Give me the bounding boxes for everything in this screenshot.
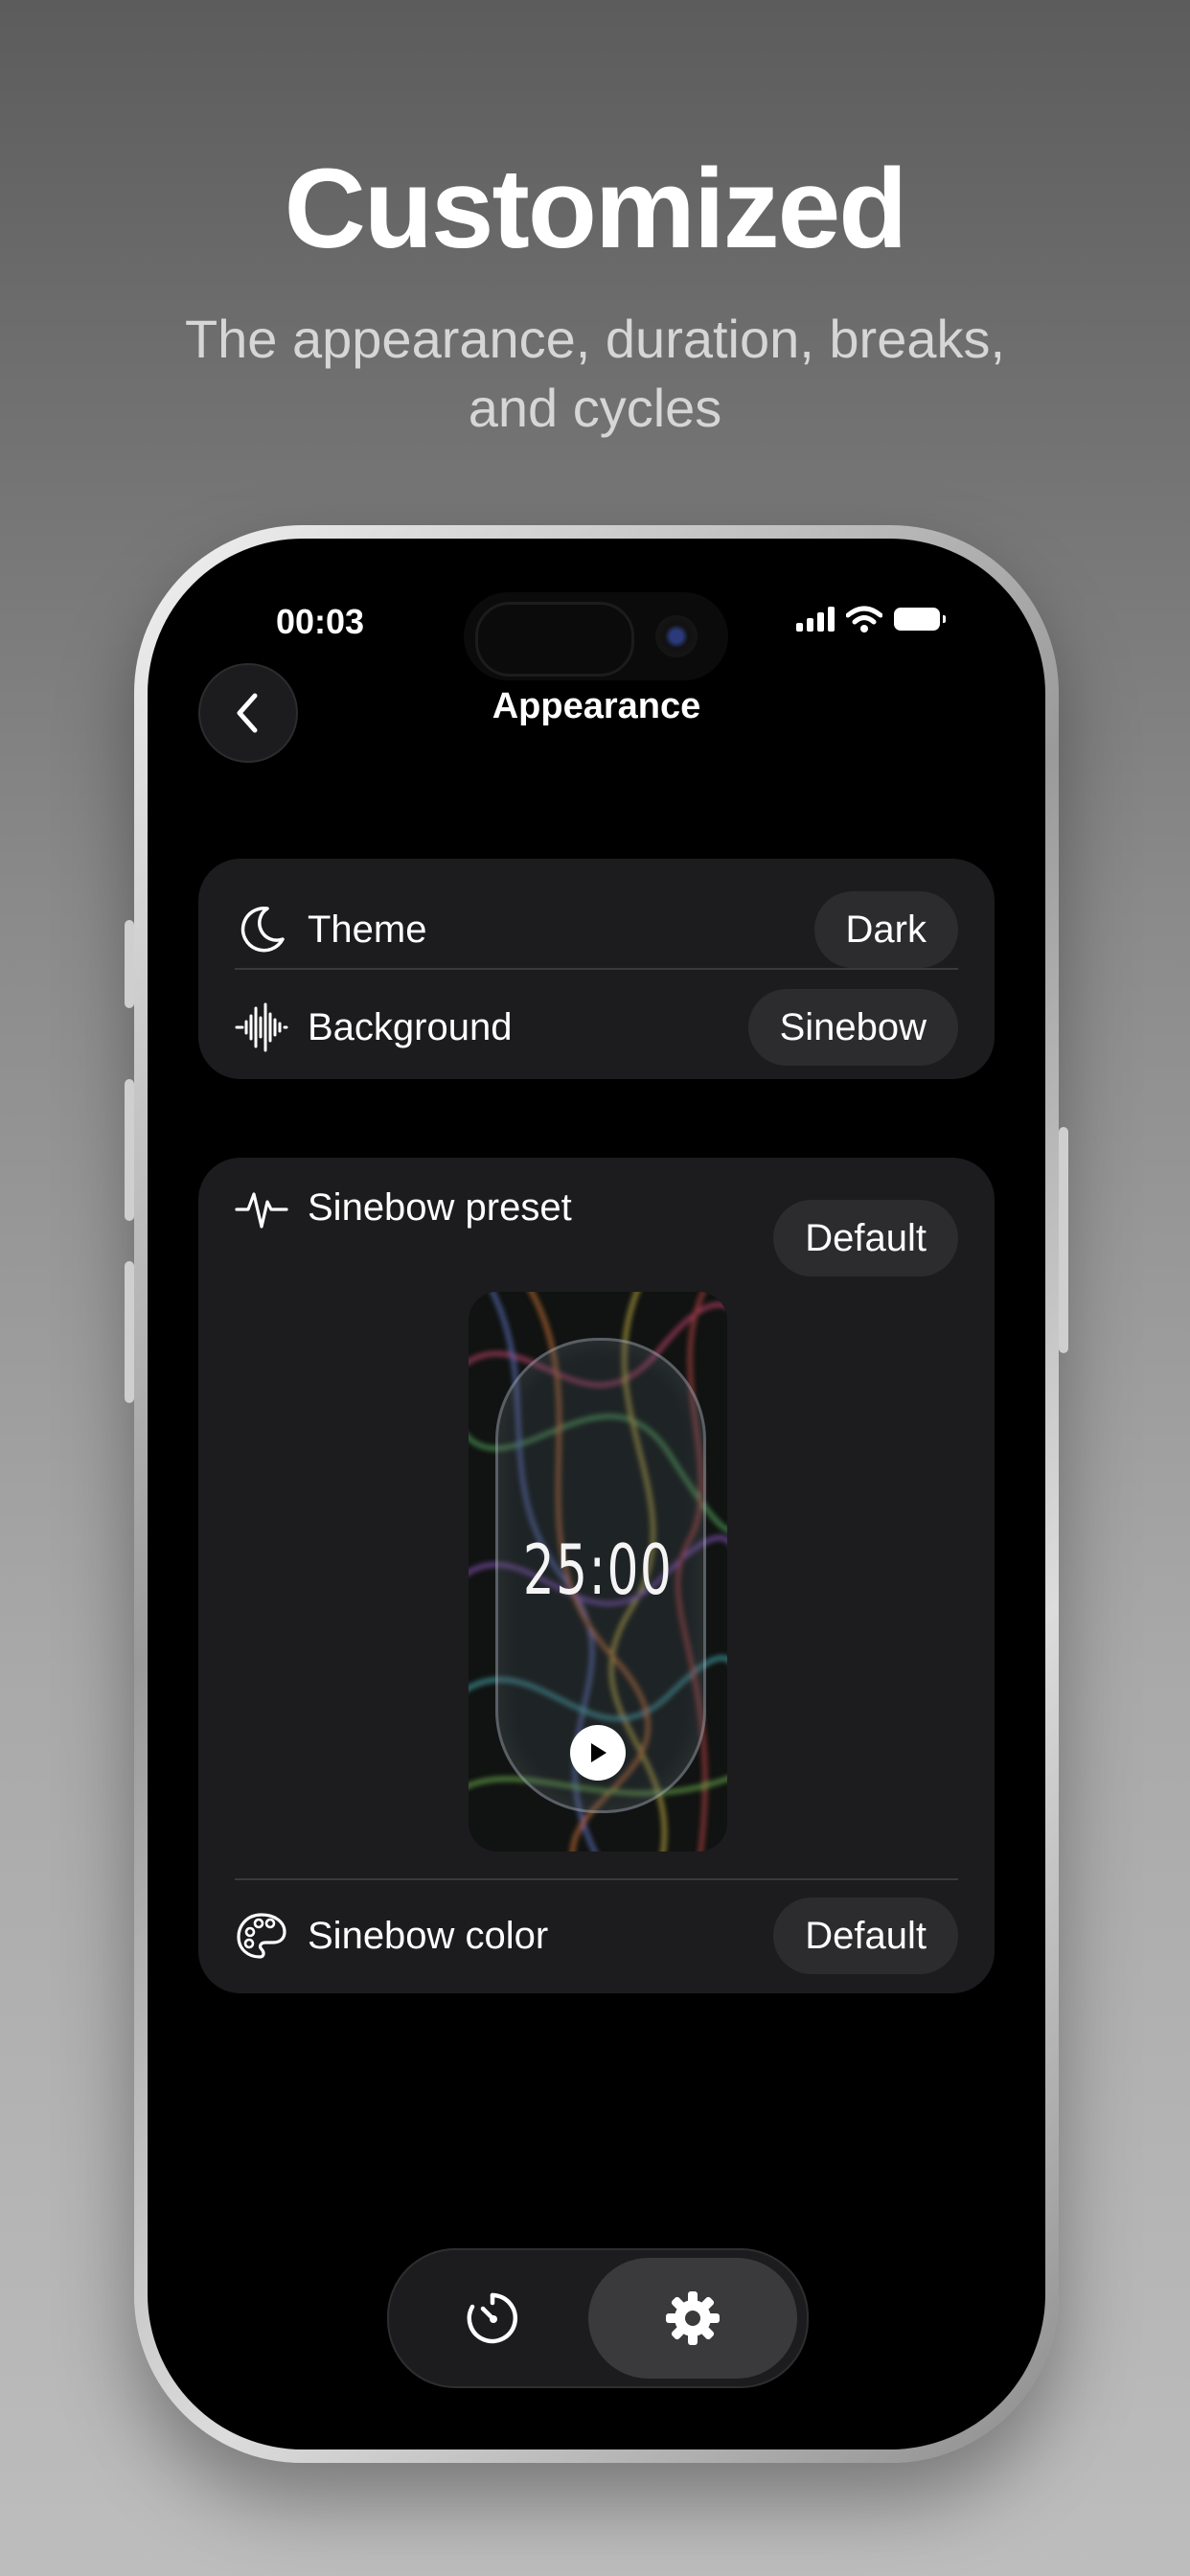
theme-label: Theme [308, 908, 427, 951]
pulse-icon [235, 1181, 288, 1234]
sinebow-preset-row[interactable]: Sinebow preset Default [235, 1186, 958, 1276]
preview-timer: 25:00 [522, 1530, 674, 1610]
divider [235, 1878, 958, 1880]
battery-icon [894, 608, 946, 631]
play-icon [591, 1743, 606, 1762]
status-time: 00:03 [276, 602, 365, 641]
palette-icon [235, 1909, 288, 1963]
sinebow-color-value-button[interactable]: Default [773, 1898, 958, 1974]
marketing-subheadline: The appearance, duration, breaks, and cy… [184, 309, 1006, 438]
volume-down-button [125, 1261, 134, 1403]
power-button [1059, 1127, 1068, 1353]
preview-play-button [570, 1725, 626, 1781]
front-camera [655, 615, 698, 657]
background-row[interactable]: Background Sinebow [235, 989, 958, 1066]
action-button [125, 920, 134, 1008]
tab-timer[interactable] [397, 2258, 588, 2379]
settings-group-theme-background: Theme Dark Background Sinebow [198, 859, 995, 1079]
dynamic-island-outline [475, 602, 634, 677]
divider [235, 968, 958, 970]
phone-screen: 00:03 Appearance Theme Dark Background S… [148, 539, 1045, 2450]
timer-icon [467, 2292, 518, 2344]
settings-group-sinebow: Sinebow preset Default 25:00 Sinebow col… [198, 1158, 995, 1993]
theme-value-button[interactable]: Dark [813, 891, 958, 968]
sinebow-color-label: Sinebow color [308, 1914, 549, 1957]
marketing-headline: Customized [284, 146, 908, 272]
background-value-button[interactable]: Sinebow [747, 989, 958, 1066]
volume-up-button [125, 1079, 134, 1221]
status-icons [796, 606, 946, 632]
theme-row[interactable]: Theme Dark [235, 891, 958, 968]
cellular-signal-icon [796, 607, 835, 632]
page-title: Appearance [492, 686, 701, 726]
sinebow-color-row[interactable]: Sinebow color Default [235, 1898, 958, 1974]
tab-bar [387, 2248, 809, 2388]
moon-icon [235, 903, 288, 956]
sinebow-preset-value-button[interactable]: Default [773, 1200, 958, 1276]
waveform-icon [235, 1000, 288, 1054]
sinebow-preset-label: Sinebow preset [308, 1186, 572, 1229]
sinebow-preview: 25:00 [469, 1292, 727, 1852]
wifi-icon [846, 606, 882, 632]
gear-icon [666, 2291, 720, 2345]
tab-settings[interactable] [588, 2258, 797, 2379]
background-label: Background [308, 1005, 513, 1048]
